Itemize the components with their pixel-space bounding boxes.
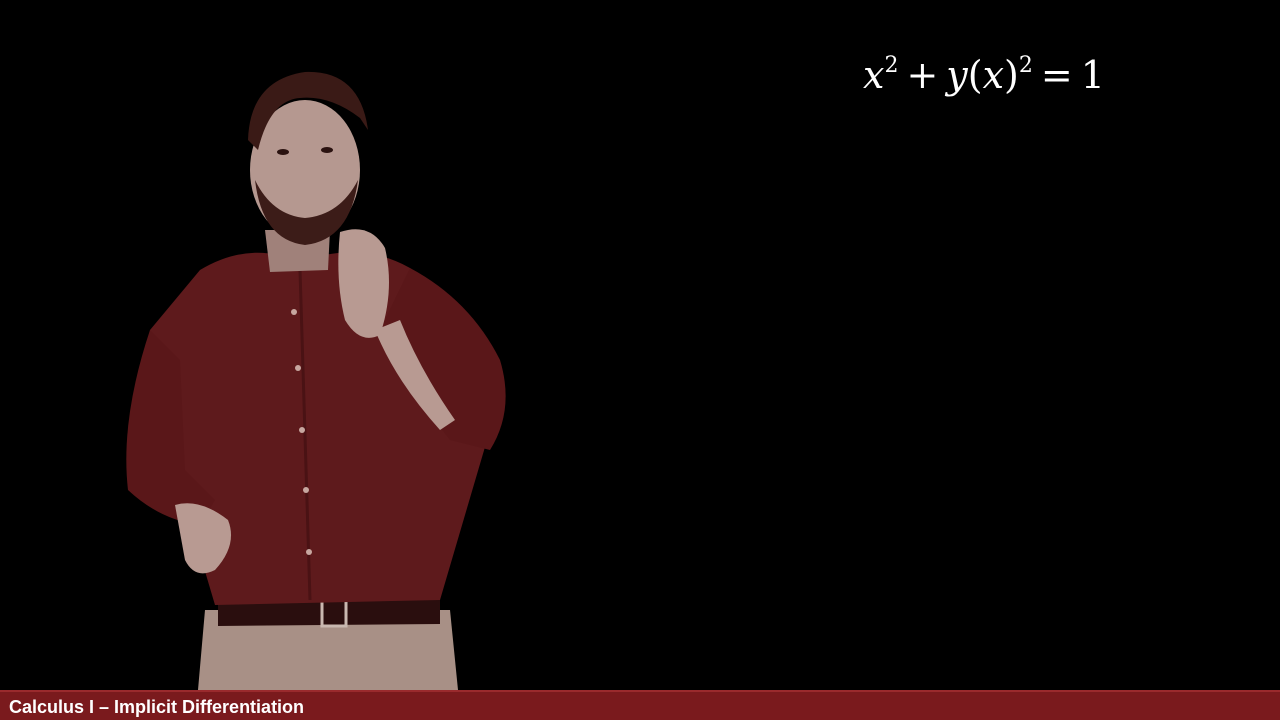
equation-x-exponent: 2 <box>884 53 899 78</box>
equation-y: y <box>946 53 968 97</box>
equation-y-exponent: 2 <box>1018 53 1033 78</box>
footer-bar: Calculus I – Implicit Differentiation <box>0 690 1280 720</box>
equation-close-paren: ) <box>1004 53 1019 97</box>
equation-equals: = <box>1040 53 1073 97</box>
equation-x: x <box>863 53 885 97</box>
equation-rhs: 1 <box>1080 53 1105 97</box>
equation-inner-x: x <box>982 53 1005 97</box>
equation-open-paren: ( <box>967 53 983 97</box>
equation: x2 + y(x)2 = 1 <box>863 50 1105 100</box>
lecture-title: Calculus I – Implicit Differentiation <box>9 697 305 717</box>
equation-plus: + <box>906 53 939 97</box>
video-frame: x2 + y(x)2 = 1 <box>0 0 1280 690</box>
presenter-figure <box>126 71 506 690</box>
